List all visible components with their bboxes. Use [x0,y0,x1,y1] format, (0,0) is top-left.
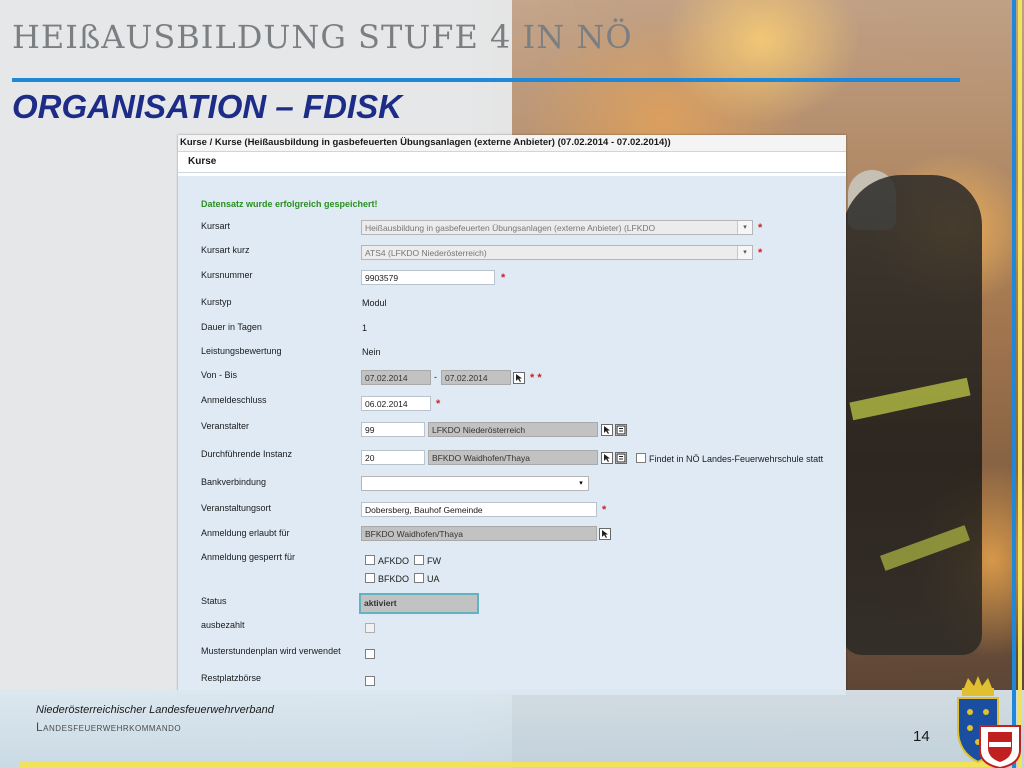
afkdo-checkbox[interactable] [365,555,375,565]
list-lookup-icon[interactable] [615,424,627,436]
dauer-label: Dauer in Tagen [201,322,262,332]
kursart-label: Kursart [201,221,231,231]
range-separator: - [434,372,437,382]
breadcrumb: Kurse / Kurse (Heißausbildung in gasbefe… [178,135,846,152]
fw-label: FW [427,556,441,566]
required-marker-double: * * [530,372,542,384]
anmeldeschluss-input[interactable]: 06.02.2014 [361,396,431,411]
leistungsbewertung-label: Leistungsbewertung [201,346,282,356]
page-number: 14 [913,728,930,745]
anmeldung-gesperrt-label: Anmeldung gesperrt für [201,552,296,562]
bankverbindung-label: Bankverbindung [201,477,267,487]
kursnummer-label: Kursnummer [201,270,253,280]
fdisk-screenshot: Kurse / Kurse (Heißausbildung in gasbefe… [178,135,846,695]
status-label: Status [201,596,227,606]
durchfuehrende-instanz-label: Durchführende Instanz [201,449,293,459]
cursor-pick-icon[interactable] [601,452,613,464]
required-marker: * [758,247,763,259]
restplatzboerse-label: Restplatzbörse [201,673,262,683]
footer-unit: Landesfeuerwehrkommando [36,720,182,734]
musterstundenplan-checkbox[interactable] [365,649,375,659]
instanz-code-input[interactable]: 20 [361,450,425,465]
landes-feuerwehrschule-label: Findet in NÖ Landes-Feuerwehrschule stat… [649,454,824,464]
success-message: Datensatz wurde erfolgreich gespeichert! [201,199,378,209]
slide-header-title: HEIßAUSBILDUNG STUFE 4 IN NÖ [12,18,633,56]
von-date-input[interactable]: 07.02.2014 [361,370,431,385]
footer-organisation: Niederösterreichischer Landesfeuerwehrve… [36,704,274,716]
required-marker: * [436,398,441,410]
kursart-select[interactable]: Heißausbildung in gasbefeuerten Übungsan… [361,220,753,235]
kursnummer-input[interactable]: 9903579 [361,270,495,285]
von-bis-label: Von - Bis [201,370,238,380]
chevron-down-icon: ▾ [737,221,752,234]
cursor-pick-icon[interactable] [601,424,613,436]
ausbezahlt-label: ausbezahlt [201,620,245,630]
right-accent-line-blue [1012,0,1016,768]
slide: HEIßAUSBILDUNG STUFE 4 IN NÖ ORGANISATIO… [0,0,1024,768]
bfkdo-checkbox[interactable] [365,573,375,583]
bis-date-input[interactable]: 07.02.2014 [441,370,511,385]
required-marker: * [758,222,763,234]
afkdo-label: AFKDO [378,556,410,566]
kurstyp-value: Modul [362,298,387,308]
fw-checkbox[interactable] [414,555,424,565]
required-marker: * [602,504,607,516]
bfkdo-label: BFKDO [378,574,410,584]
kursart-kurz-value: ATS4 (LFKDO Niederösterreich) [365,248,487,258]
cursor-pick-icon[interactable] [513,372,525,384]
kursart-kurz-label: Kursart kurz [201,245,250,255]
chevron-down-icon: ▾ [574,477,588,490]
kurstyp-label: Kurstyp [201,297,232,307]
veranstaltungsort-input[interactable]: Dobersberg, Bauhof Gemeinde [361,502,597,517]
kursart-kurz-select[interactable]: ATS4 (LFKDO Niederösterreich) ▾ [361,245,753,260]
instanz-name-field: BFKDO Waidhofen/Thaya [428,450,598,465]
status-select[interactable]: aktiviert [359,593,479,614]
header-divider [12,78,960,82]
chevron-down-icon: ▾ [737,246,752,259]
kursart-value: Heißausbildung in gasbefeuerten Übungsan… [365,223,656,233]
anmeldeschluss-label: Anmeldeschluss [201,395,267,405]
dauer-value: 1 [362,323,368,333]
ua-checkbox[interactable] [414,573,424,583]
noe-feuerwehr-logo-icon [957,676,1021,768]
landes-feuerwehrschule-checkbox[interactable] [636,453,646,463]
veranstaltungsort-label: Veranstaltungsort [201,503,272,513]
restplatzboerse-checkbox[interactable] [365,676,375,686]
ausbezahlt-checkbox[interactable] [365,623,375,633]
bankverbindung-select[interactable]: ▾ [361,476,589,491]
required-marker: * [501,272,506,284]
leistungsbewertung-value: Nein [362,347,381,357]
anmeldung-erlaubt-label: Anmeldung erlaubt für [201,528,290,538]
right-accent-line-yellow [1018,0,1022,768]
list-lookup-icon[interactable] [615,452,627,464]
veranstalter-name-field: LFKDO Niederösterreich [428,422,598,437]
veranstalter-label: Veranstalter [201,421,250,431]
bottom-accent-line [20,762,1000,767]
page-heading: ORGANISATION – FDISK [12,88,402,125]
musterstundenplan-label: Musterstundenplan wird verwendet [201,646,341,656]
form-body: Datensatz wurde erfolgreich gespeichert!… [178,176,846,695]
cursor-pick-icon[interactable] [599,528,611,540]
anmeldung-erlaubt-field: BFKDO Waidhofen/Thaya [361,526,597,541]
section-title: Kurse [178,152,846,173]
veranstalter-code-input[interactable]: 99 [361,422,425,437]
ua-label: UA [427,574,440,584]
